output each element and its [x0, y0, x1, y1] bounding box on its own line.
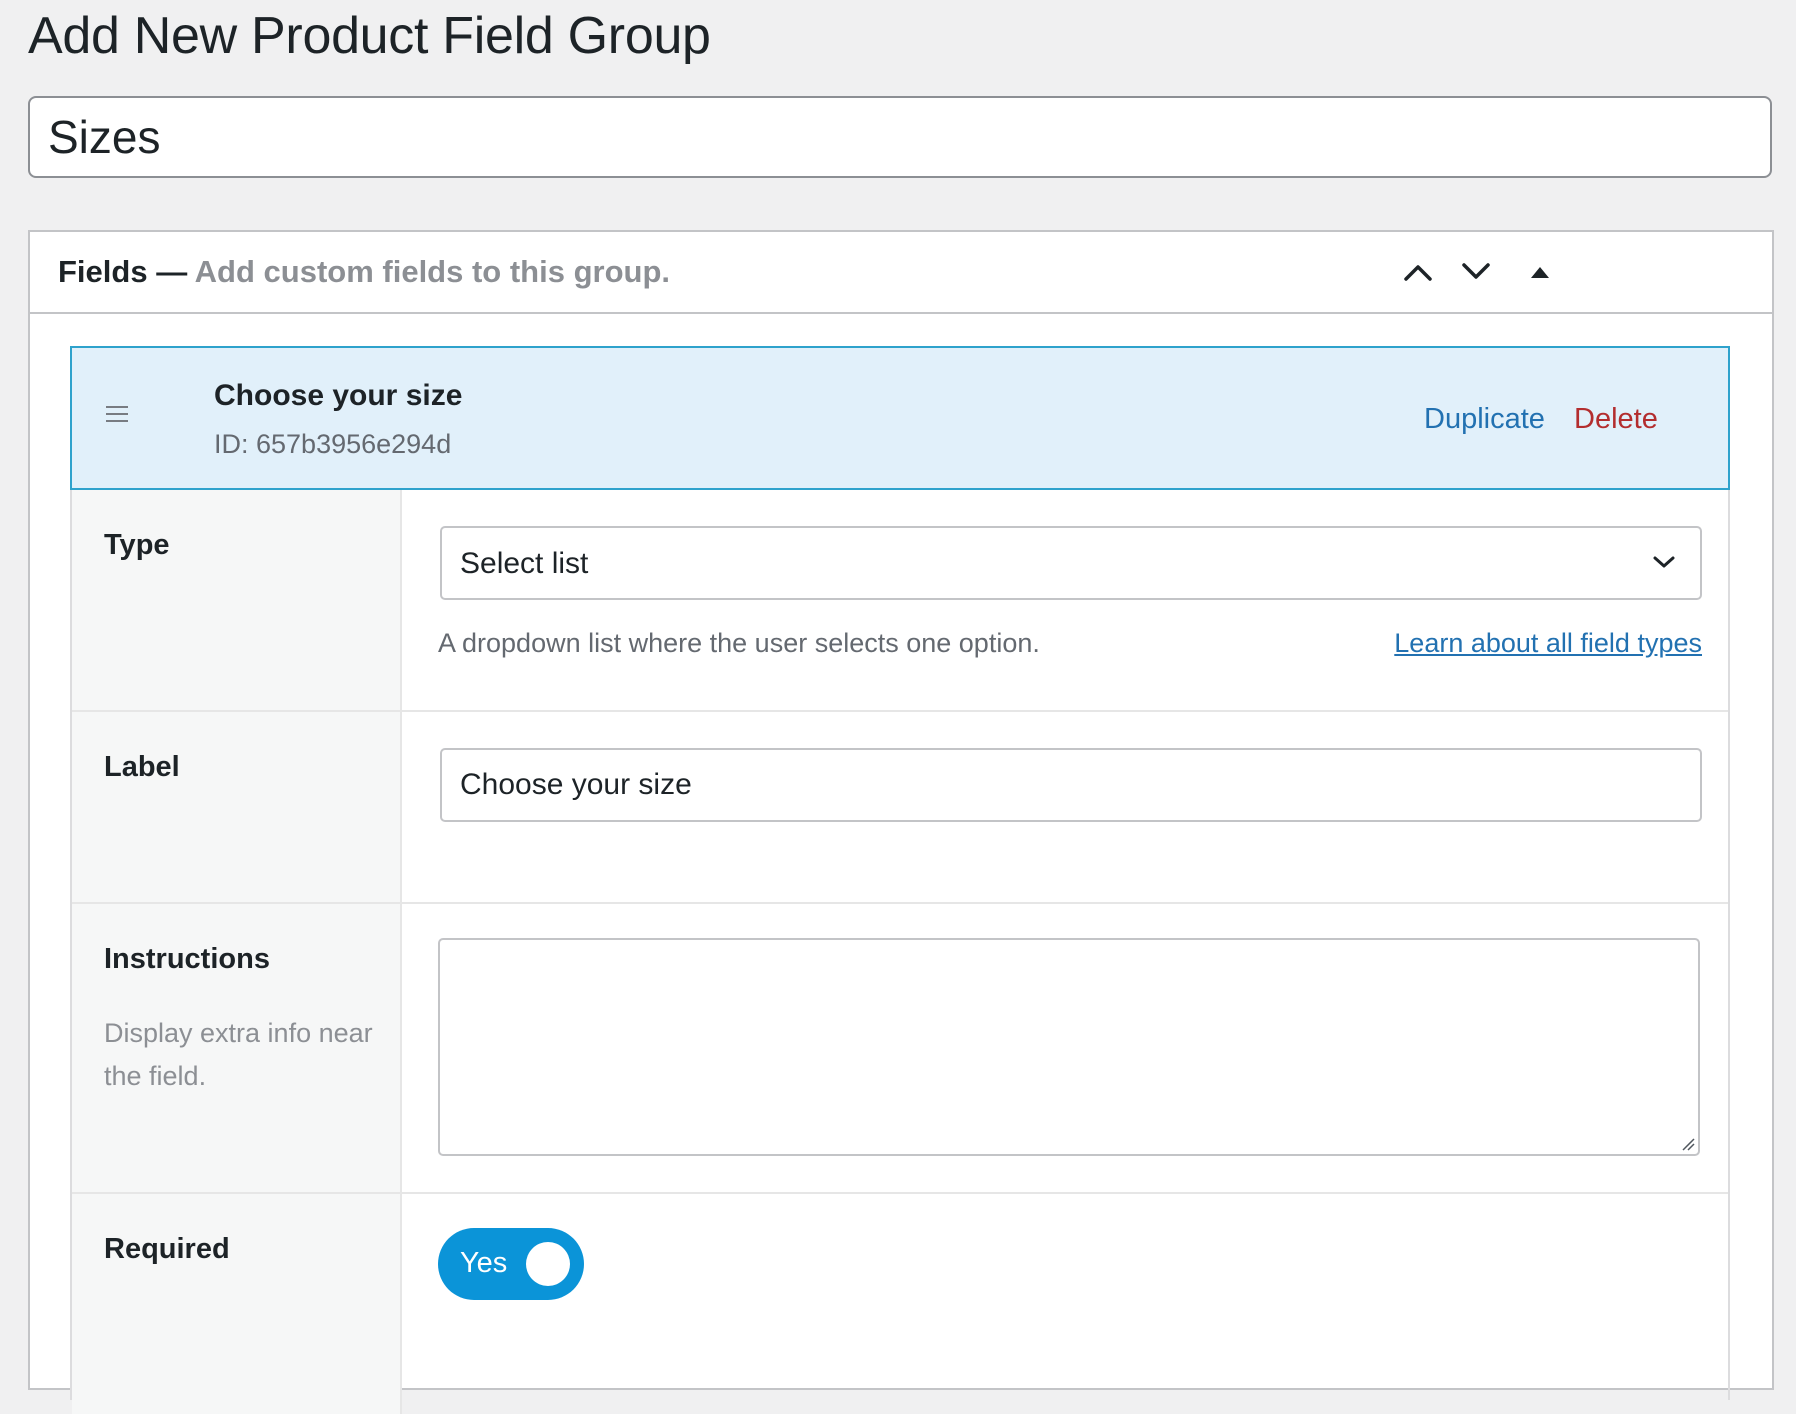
chevron-down-icon [1462, 263, 1490, 279]
learn-field-types-link[interactable]: Learn about all field types [1394, 626, 1702, 660]
instructions-hint: Display extra info near the field. [104, 1018, 373, 1091]
label-input[interactable]: Choose your size [440, 748, 1702, 822]
type-row: Type Select list A dropdown list where t… [72, 490, 1728, 712]
move-down-button[interactable] [1454, 250, 1498, 294]
required-row: Required Yes [72, 1194, 1728, 1414]
fields-postbox-title: Fields — Add custom fields to this group… [58, 254, 670, 290]
field-settings: Type Select list A dropdown list where t… [70, 490, 1730, 1414]
chevron-up-icon [1404, 265, 1432, 281]
fields-title-label: Fields — [58, 254, 188, 289]
delete-link[interactable]: Delete [1574, 402, 1658, 436]
instructions-textarea[interactable] [438, 938, 1700, 1156]
page-title: Add New Product Field Group [28, 7, 711, 65]
type-label: Type [104, 529, 170, 561]
type-select-value: Select list [460, 547, 589, 580]
fields-title-description: Add custom fields to this group. [194, 254, 670, 289]
field-name: Choose your size [214, 379, 463, 412]
fields-postbox-header: Fields — Add custom fields to this group… [30, 232, 1772, 314]
toggle-panel-button[interactable] [1518, 250, 1562, 294]
collapse-triangle-icon [1531, 267, 1549, 278]
required-label: Required [104, 1233, 230, 1265]
label-label: Label [104, 751, 180, 783]
toggle-knob [526, 1242, 570, 1286]
move-up-button[interactable] [1396, 250, 1440, 294]
fields-postbox: Fields — Add custom fields to this group… [28, 230, 1774, 1414]
instructions-row: Instructions Display extra info near the… [72, 904, 1728, 1194]
field-header-row[interactable]: Choose your size ID: 657b3956e294d Dupli… [70, 346, 1730, 490]
duplicate-link[interactable]: Duplicate [1424, 402, 1545, 436]
group-title-input[interactable]: Sizes [28, 96, 1772, 178]
required-toggle[interactable]: Yes [438, 1228, 584, 1300]
instructions-label: Instructions [104, 943, 270, 975]
field-id: ID: 657b3956e294d [214, 429, 452, 459]
required-toggle-text: Yes [460, 1247, 508, 1279]
chevron-down-icon [1653, 556, 1675, 568]
type-description: A dropdown list where the user selects o… [438, 628, 1040, 658]
label-row: Label Choose your size [72, 712, 1728, 904]
type-select[interactable]: Select list [440, 526, 1702, 600]
drag-handle-icon[interactable] [106, 406, 128, 426]
resize-grip-icon[interactable] [1681, 1137, 1695, 1151]
